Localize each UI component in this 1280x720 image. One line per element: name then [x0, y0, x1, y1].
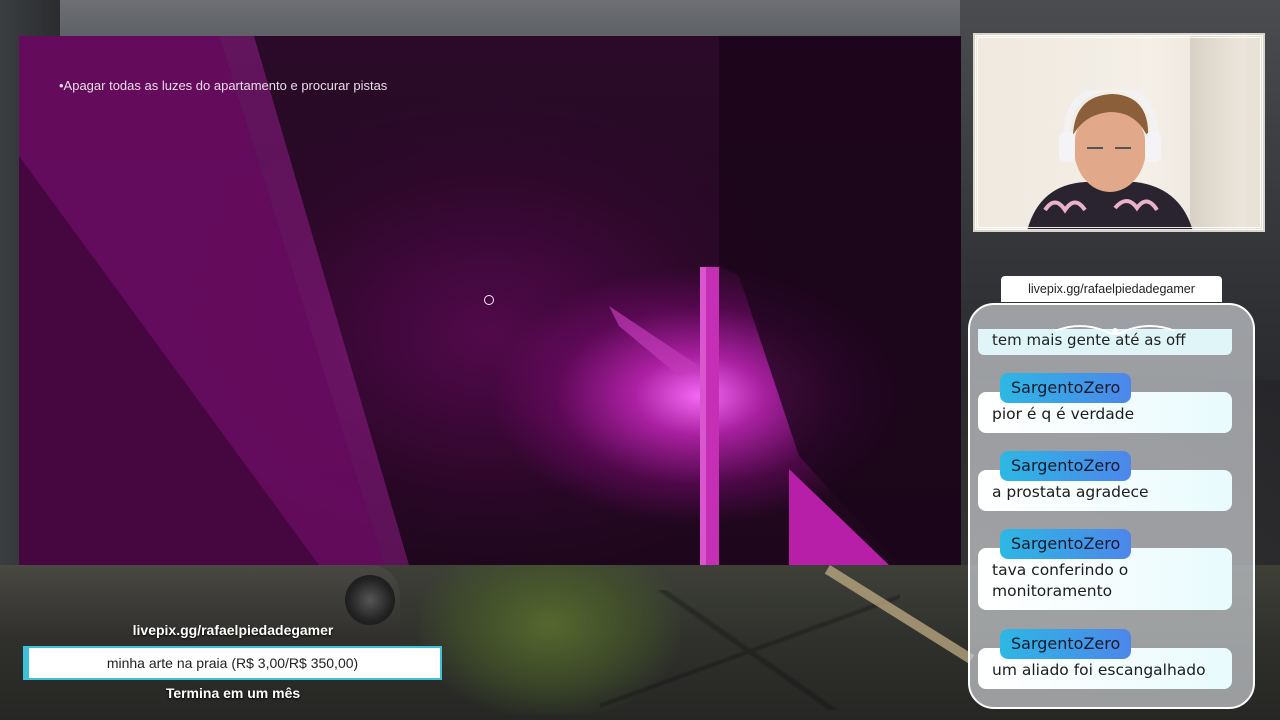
chat-ornament-icon	[1054, 325, 1176, 335]
game-capture: •Apagar todas as luzes do apartamento e …	[19, 36, 961, 565]
chat-source-url[interactable]: livepix.gg/rafaelpiedadegamer	[1001, 276, 1222, 302]
goal-label: minha arte na praia (R$ 3,00/R$ 350,00)	[106, 655, 359, 671]
game-subtitle: •Apagar todas as luzes do apartamento e …	[59, 78, 388, 93]
webcam-feed	[973, 33, 1265, 232]
chat-username[interactable]: SargentoZero	[1000, 629, 1132, 659]
background-car-wheel	[345, 575, 395, 625]
webcam-ornate-frame	[975, 35, 1263, 230]
chat-username[interactable]: SargentoZero	[1000, 373, 1132, 403]
chat-panel: tem mais gente até as off SargentoZero p…	[968, 303, 1255, 709]
crosshair-icon	[484, 295, 494, 305]
goal-end-date: Termina em um mês	[165, 685, 301, 701]
background-cracks	[600, 590, 900, 710]
goal-progress-bar: minha arte na praia (R$ 3,00/R$ 350,00)	[23, 646, 442, 680]
chat-username[interactable]: SargentoZero	[1000, 451, 1132, 481]
chat-username[interactable]: SargentoZero	[1000, 529, 1132, 559]
goal-url[interactable]: livepix.gg/rafaelpiedadegamer	[23, 622, 443, 638]
